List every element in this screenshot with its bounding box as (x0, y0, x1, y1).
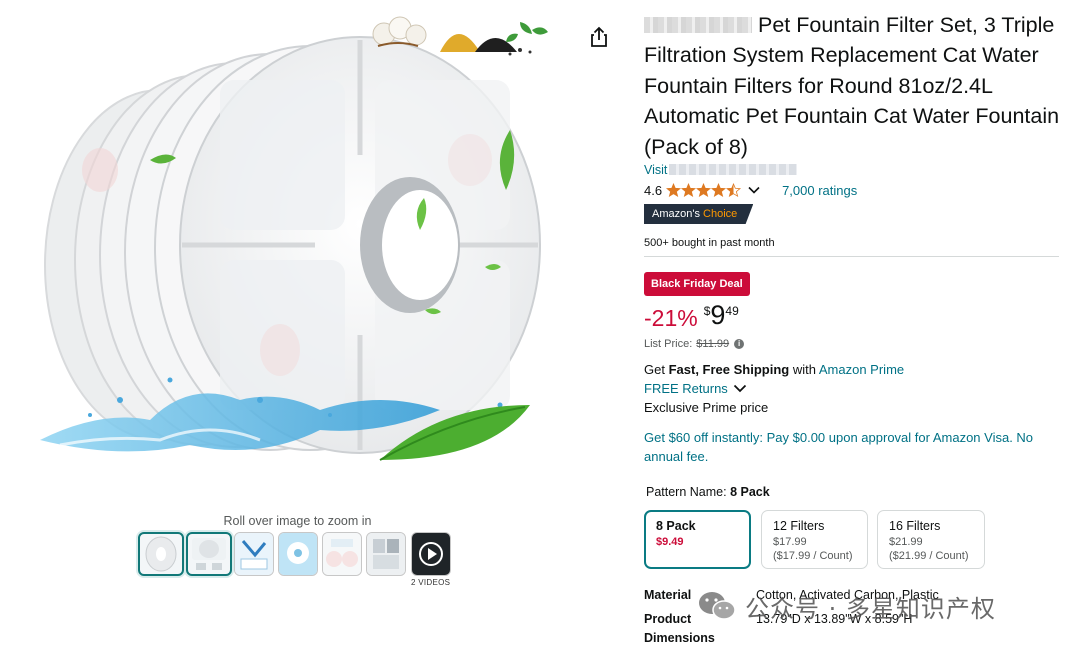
option-price: $21.99 (889, 536, 923, 548)
chevron-down-icon[interactable] (748, 186, 760, 194)
star-rating[interactable] (666, 182, 766, 198)
option-price: $9.49 (656, 536, 684, 548)
wechat-watermark: 公众号 · 多星知识产权 (697, 588, 996, 624)
thumbnail-video[interactable] (411, 532, 451, 576)
chevron-down-icon (733, 384, 746, 393)
badge-prefix: Amazon's (652, 208, 700, 220)
pattern-name: Pattern Name: 8 Pack (646, 485, 770, 499)
rating-value: 4.6 (644, 182, 663, 198)
list-price-value: $11.99 (696, 338, 730, 350)
shipping-get: Get (644, 362, 665, 377)
visit-store-link[interactable]: Visit (644, 163, 798, 177)
option-name: 16 Filters (889, 519, 941, 533)
pattern-option-12-filters[interactable]: 12 Filters $17.99 ($17.99 / Count) (761, 510, 868, 569)
zoom-hint: Roll over image to zoom in (223, 514, 372, 528)
amazon-prime-link[interactable]: Amazon Prime (819, 362, 904, 377)
product-title-text: Pet Fountain Filter Set, 3 Triple Filtra… (644, 13, 1060, 159)
visit-prefix: Visit (644, 163, 668, 177)
info-icon[interactable]: i (734, 339, 745, 349)
pattern-option-16-filters[interactable]: 16 Filters $21.99 ($21.99 / Count) (877, 510, 985, 569)
divider (644, 256, 1059, 257)
thumbnail-1[interactable] (138, 532, 184, 576)
price-whole: 9 (710, 300, 726, 330)
store-name-redacted (669, 164, 798, 175)
amazons-choice-badge: Amazon's Choice (644, 204, 754, 224)
list-price: List Price: $11.99 i (644, 338, 745, 350)
spec-dimensions-label-line1: Product (644, 612, 692, 626)
pattern-label: Pattern Name: (646, 485, 727, 499)
shipping-with: with (792, 362, 816, 377)
option-price-block: $21.99 ($21.99 / Count) (889, 535, 973, 563)
option-price-block: $17.99 ($17.99 / Count) (773, 535, 856, 563)
option-unit-price: ($17.99 / Count) (773, 550, 853, 562)
option-price: $17.99 (773, 536, 807, 548)
brand-name-redacted (644, 17, 752, 33)
free-returns-label: FREE Returns (644, 381, 728, 396)
wechat-icon (699, 592, 736, 620)
videos-count-label: 2 VIDEOS (411, 578, 451, 587)
thumbnail-2[interactable] (186, 532, 232, 576)
option-unit-price: ($21.99 / Count) (889, 550, 969, 562)
visa-offer-link[interactable]: Get $60 off instantly: Pay $0.00 upon ap… (644, 428, 1059, 466)
filter-stack-illustration (40, 36, 541, 461)
star-icons (666, 182, 742, 197)
shipping-info: Get Fast, Free Shipping with Amazon Prim… (644, 362, 904, 377)
price-fraction: 49 (725, 304, 739, 318)
thumbnail-6[interactable] (366, 532, 406, 576)
pattern-selected: 8 Pack (730, 485, 770, 499)
ingredients-icon (372, 16, 548, 56)
list-price-label: List Price: (644, 338, 693, 350)
share-icon[interactable] (588, 26, 610, 48)
ratings-count-link[interactable]: 7,000 ratings (782, 183, 857, 198)
discount-percent: -21% (644, 305, 698, 331)
spec-material-label: Material (644, 588, 692, 602)
shipping-fast: Fast, Free Shipping (668, 362, 790, 377)
deal-badge: Black Friday Deal (644, 272, 750, 296)
watermark-text: 公众号 · 多星知识产权 (745, 594, 996, 623)
thumbnail-5[interactable] (322, 532, 362, 576)
price-currency: $ (703, 304, 711, 318)
rating-row: 4.6 7,000 ratings (644, 181, 857, 199)
bought-in-past-month: 500+ bought in past month (644, 237, 775, 249)
badge-suffix: Choice (703, 208, 738, 220)
price-row: -21% $ 9 49 (644, 300, 739, 333)
play-icon (419, 542, 443, 566)
spec-dimensions-label-line2: Dimensions (644, 631, 715, 645)
free-returns-link[interactable]: FREE Returns (644, 381, 747, 396)
product-title: Pet Fountain Filter Set, 3 Triple Filtra… (644, 10, 1064, 162)
product-image[interactable] (30, 20, 570, 500)
option-name: 12 Filters (773, 519, 825, 533)
thumbnail-3[interactable] (234, 532, 274, 576)
pattern-option-8-pack[interactable]: 8 Pack $9.49 (644, 510, 751, 569)
exclusive-prime-price: Exclusive Prime price (644, 400, 769, 415)
option-name: 8 Pack (656, 519, 696, 533)
thumbnail-4[interactable] (278, 532, 318, 576)
